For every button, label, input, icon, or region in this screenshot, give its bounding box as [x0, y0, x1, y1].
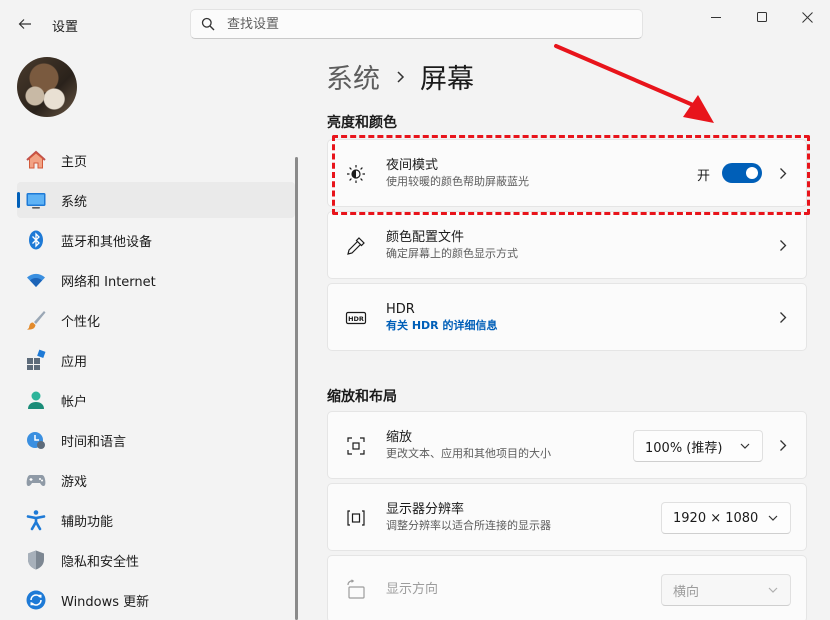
sidebar-item-privacy[interactable]: 隐私和安全性 — [17, 542, 295, 578]
sidebar-item-label: 辅助功能 — [61, 514, 114, 530]
resolution-card[interactable]: 显示器分辨率 调整分辨率以适合所连接的显示器 1920 × 1080 — [327, 483, 807, 551]
chevron-right-icon[interactable] — [776, 310, 790, 324]
sidebar-item-label: 隐私和安全性 — [61, 554, 140, 570]
sidebar-item-bluetooth[interactable]: 蓝牙和其他设备 — [17, 222, 295, 258]
breadcrumb: 系统 屏幕 — [326, 57, 474, 96]
app-title: 设置 — [52, 20, 79, 35]
sidebar-item-personalization[interactable]: 个性化 — [17, 302, 295, 338]
breadcrumb-separator-icon — [396, 70, 406, 84]
eyedropper-icon — [344, 234, 368, 258]
accessibility-icon — [25, 509, 47, 531]
apps-icon — [25, 349, 47, 371]
scale-icon — [344, 434, 368, 458]
resolution-dropdown-value: 1920 × 1080 — [673, 510, 759, 526]
annotation-highlight-box — [332, 135, 810, 215]
minimize-icon — [711, 17, 721, 18]
chevron-right-icon[interactable] — [776, 238, 790, 252]
breadcrumb-parent[interactable]: 系统 — [326, 57, 380, 96]
account-icon — [25, 389, 47, 411]
color-profile-title: 颜色配置文件 — [386, 230, 465, 245]
color-profile-card[interactable]: 颜色配置文件 确定屏幕上的颜色显示方式 — [327, 211, 807, 279]
section-title-brightness-color: 亮度和颜色 — [327, 115, 397, 131]
scale-card[interactable]: 缩放 更改文本、应用和其他项目的大小 100% (推荐) — [327, 411, 807, 479]
chevron-down-icon — [740, 443, 750, 449]
close-button[interactable] — [784, 2, 830, 32]
sidebar-item-label: 帐户 — [61, 394, 88, 410]
sidebar-item-label: 主页 — [61, 154, 88, 170]
sidebar-nav: 主页 系统 蓝牙和其他设备 网络和 Internet 个性化 应用 帐户 时间和… — [17, 142, 295, 620]
svg-text:HDR: HDR — [348, 315, 364, 323]
update-icon — [25, 589, 47, 611]
chevron-right-icon[interactable] — [776, 438, 790, 452]
section-title-scale-layout: 缩放和布局 — [327, 389, 397, 405]
resolution-description: 调整分辨率以适合所连接的显示器 — [386, 519, 551, 532]
sidebar-item-label: Windows 更新 — [61, 594, 150, 610]
sidebar-item-accessibility[interactable]: 辅助功能 — [17, 502, 295, 538]
system-icon — [25, 189, 47, 211]
resolution-title: 显示器分辨率 — [386, 502, 465, 517]
hdr-title: HDR — [386, 302, 415, 317]
minimize-button[interactable] — [693, 2, 739, 32]
sidebar-item-label: 蓝牙和其他设备 — [61, 234, 153, 250]
search-input[interactable] — [227, 16, 607, 32]
scale-dropdown[interactable]: 100% (推荐) — [633, 430, 763, 462]
scale-title: 缩放 — [386, 430, 413, 445]
orientation-title: 显示方向 — [386, 582, 439, 597]
sidebar-item-apps[interactable]: 应用 — [17, 342, 295, 378]
sidebar-item-label: 网络和 Internet — [61, 274, 156, 290]
gamepad-icon — [25, 469, 47, 491]
shield-icon — [25, 549, 47, 571]
color-profile-description: 确定屏幕上的颜色显示方式 — [386, 247, 518, 260]
sidebar-item-accounts[interactable]: 帐户 — [17, 382, 295, 418]
scale-dropdown-value: 100% (推荐) — [645, 440, 723, 456]
resolution-dropdown[interactable]: 1920 × 1080 — [661, 502, 791, 534]
sidebar-item-home[interactable]: 主页 — [17, 142, 295, 178]
back-button[interactable] — [12, 11, 38, 37]
sidebar-scrollbar[interactable] — [295, 157, 298, 620]
resolution-icon — [344, 506, 368, 530]
hdr-info-link[interactable]: 有关 HDR 的详细信息 — [386, 318, 497, 334]
sidebar-item-label: 时间和语言 — [61, 434, 127, 450]
time-language-icon — [25, 429, 47, 451]
orientation-icon — [344, 578, 368, 602]
brush-icon — [25, 309, 47, 331]
home-icon — [25, 149, 47, 171]
sidebar-item-label: 应用 — [61, 354, 88, 370]
sidebar-item-gaming[interactable]: 游戏 — [17, 462, 295, 498]
scale-description: 更改文本、应用和其他项目的大小 — [386, 447, 551, 460]
sidebar-item-windows-update[interactable]: Windows 更新 — [17, 582, 295, 618]
maximize-icon — [757, 12, 767, 22]
search-box[interactable] — [190, 9, 643, 39]
hdr-card[interactable]: HDR HDR 有关 HDR 的详细信息 — [327, 283, 807, 351]
maximize-button[interactable] — [739, 2, 785, 32]
sidebar-item-label: 个性化 — [61, 314, 101, 330]
sidebar-item-label: 系统 — [61, 194, 88, 210]
search-icon — [201, 17, 215, 31]
close-icon — [801, 11, 813, 23]
page-title: 屏幕 — [420, 64, 474, 95]
chevron-down-icon — [768, 587, 778, 593]
bluetooth-icon — [25, 229, 47, 251]
back-arrow-icon — [18, 19, 31, 29]
user-avatar[interactable] — [17, 57, 77, 117]
orientation-card: 显示方向 横向 — [327, 555, 807, 620]
orientation-dropdown-value: 横向 — [673, 584, 700, 600]
orientation-dropdown: 横向 — [661, 574, 791, 606]
sidebar-item-label: 游戏 — [61, 474, 88, 490]
sidebar-item-network[interactable]: 网络和 Internet — [17, 262, 295, 298]
wifi-icon — [25, 269, 47, 291]
hdr-icon: HDR — [344, 306, 368, 330]
sidebar-item-system[interactable]: 系统 — [17, 182, 295, 218]
sidebar-item-time-language[interactable]: 时间和语言 — [17, 422, 295, 458]
chevron-down-icon — [768, 515, 778, 521]
